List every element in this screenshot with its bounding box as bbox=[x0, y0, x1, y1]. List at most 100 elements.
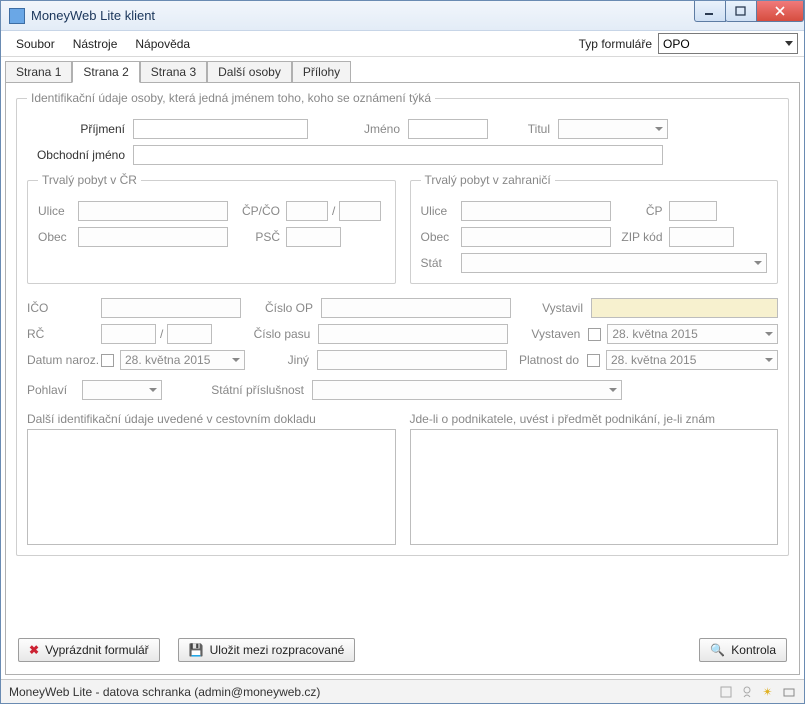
obec-cz-input[interactable] bbox=[78, 227, 228, 247]
street-ab-label: Ulice bbox=[421, 204, 461, 218]
perm-cz-legend: Trvalý pobyt v ČR bbox=[38, 173, 141, 187]
status-icon-3[interactable]: ✴ bbox=[760, 684, 775, 699]
tab-prilohy[interactable]: Přílohy bbox=[292, 61, 351, 83]
menu-file[interactable]: Soubor bbox=[7, 33, 64, 55]
menu-help[interactable]: Nápověda bbox=[126, 33, 199, 55]
street-ab-input[interactable] bbox=[461, 201, 611, 221]
chevron-down-icon bbox=[754, 261, 762, 265]
check-icon: 🔍 bbox=[710, 643, 725, 657]
business-name-label: Obchodní jméno bbox=[27, 148, 133, 162]
tab-strana-1[interactable]: Strana 1 bbox=[5, 61, 72, 83]
firstname-label: Jméno bbox=[308, 122, 408, 136]
status-icon-2[interactable] bbox=[739, 684, 754, 699]
status-icon-4[interactable] bbox=[781, 684, 796, 699]
issued-by-label: Vystavil bbox=[511, 301, 591, 315]
state-select[interactable] bbox=[461, 253, 768, 273]
menu-tools[interactable]: Nástroje bbox=[64, 33, 127, 55]
street-cz-label: Ulice bbox=[38, 204, 78, 218]
tab-strana-3[interactable]: Strana 3 bbox=[140, 61, 207, 83]
chevron-down-icon bbox=[149, 388, 157, 392]
title-label: Titul bbox=[488, 122, 558, 136]
passport-label: Číslo pasu bbox=[212, 327, 318, 341]
obec-ab-input[interactable] bbox=[461, 227, 611, 247]
valid-until-checkbox[interactable] bbox=[587, 354, 600, 367]
rc-input-2[interactable] bbox=[167, 324, 212, 344]
zip-label: ZIP kód bbox=[611, 230, 669, 244]
surname-input[interactable] bbox=[133, 119, 308, 139]
passport-input[interactable] bbox=[318, 324, 508, 344]
title-select[interactable] bbox=[558, 119, 668, 139]
ico-label: IČO bbox=[27, 301, 101, 315]
psc-input[interactable] bbox=[286, 227, 341, 247]
surname-label: Příjmení bbox=[27, 122, 133, 136]
cpco-label: ČP/ČO bbox=[228, 204, 286, 218]
chevron-down-icon bbox=[765, 358, 773, 362]
rc-input-1[interactable] bbox=[101, 324, 156, 344]
issued-by-input[interactable] bbox=[591, 298, 778, 318]
issued-on-checkbox[interactable] bbox=[588, 328, 601, 341]
bottom-button-row: ✖ Vyprázdnit formulář 💾 Uložit mezi rozp… bbox=[18, 638, 787, 662]
valid-until-date[interactable]: 28. května 2015 bbox=[606, 350, 778, 370]
app-window: MoneyWeb Lite klient Soubor Nástroje Náp… bbox=[0, 0, 805, 704]
rc-label: RČ bbox=[27, 327, 101, 341]
form-type-value: OPO bbox=[663, 37, 690, 51]
dob-checkbox[interactable] bbox=[101, 354, 114, 367]
firstname-input[interactable] bbox=[408, 119, 488, 139]
perm-abroad-legend: Trvalý pobyt v zahraničí bbox=[421, 173, 555, 187]
save-draft-button[interactable]: 💾 Uložit mezi rozpracované bbox=[178, 638, 356, 662]
chevron-down-icon bbox=[655, 127, 663, 131]
clear-form-button[interactable]: ✖ Vyprázdnit formulář bbox=[18, 638, 160, 662]
nationality-select[interactable] bbox=[312, 380, 622, 400]
issued-on-date[interactable]: 28. května 2015 bbox=[607, 324, 778, 344]
other-id-label: Další identifikační údaje uvedené v cest… bbox=[27, 412, 396, 426]
check-button[interactable]: 🔍 Kontrola bbox=[699, 638, 787, 662]
valid-until-label: Platnost do bbox=[507, 353, 587, 367]
chevron-down-icon bbox=[785, 41, 793, 46]
issued-on-label: Vystaven bbox=[508, 327, 588, 341]
minimize-button[interactable] bbox=[694, 1, 726, 22]
other-input[interactable] bbox=[317, 350, 507, 370]
close-button[interactable] bbox=[756, 1, 804, 22]
co-input[interactable] bbox=[339, 201, 381, 221]
entrepreneur-label: Jde-li o podnikatele, uvést i předmět po… bbox=[410, 412, 779, 426]
op-label: Číslo OP bbox=[241, 301, 321, 315]
ico-input[interactable] bbox=[101, 298, 241, 318]
gender-label: Pohlaví bbox=[27, 383, 82, 397]
tab-content: Identifikační údaje osoby, která jedná j… bbox=[5, 82, 800, 675]
psc-label: PSČ bbox=[228, 230, 286, 244]
perm-cz-group: Trvalý pobyt v ČR Ulice ČP/ČO / Obec PSČ bbox=[27, 173, 396, 284]
form-type-select[interactable]: OPO bbox=[658, 33, 798, 54]
maximize-button[interactable] bbox=[725, 1, 757, 22]
statusbar: MoneyWeb Lite - datova schranka (admin@m… bbox=[1, 679, 804, 703]
nationality-label: Státní příslušnost bbox=[162, 383, 312, 397]
chevron-down-icon bbox=[765, 332, 773, 336]
status-icon-1[interactable] bbox=[718, 684, 733, 699]
dob-date[interactable]: 28. května 2015 bbox=[120, 350, 245, 370]
identification-legend: Identifikační údaje osoby, která jedná j… bbox=[27, 91, 435, 105]
status-text: MoneyWeb Lite - datova schranka (admin@m… bbox=[9, 685, 320, 699]
cp-ab-label: ČP bbox=[611, 204, 669, 218]
window-title: MoneyWeb Lite klient bbox=[31, 8, 695, 23]
identification-group: Identifikační údaje osoby, která jedná j… bbox=[16, 91, 789, 556]
entrepreneur-textarea[interactable] bbox=[410, 429, 779, 545]
slash: / bbox=[160, 327, 163, 341]
obec-cz-label: Obec bbox=[38, 230, 78, 244]
zip-input[interactable] bbox=[669, 227, 734, 247]
business-name-input[interactable] bbox=[133, 145, 663, 165]
slash: / bbox=[332, 204, 335, 218]
tab-dalsi-osoby[interactable]: Další osoby bbox=[207, 61, 292, 83]
dob-label: Datum naroz. bbox=[27, 353, 101, 367]
tab-bar: Strana 1 Strana 2 Strana 3 Další osoby P… bbox=[1, 57, 804, 82]
perm-abroad-group: Trvalý pobyt v zahraničí Ulice ČP Obec Z… bbox=[410, 173, 779, 284]
gender-select[interactable] bbox=[82, 380, 162, 400]
other-id-textarea[interactable] bbox=[27, 429, 396, 545]
cp-ab-input[interactable] bbox=[669, 201, 717, 221]
window-buttons bbox=[695, 1, 804, 22]
op-input[interactable] bbox=[321, 298, 511, 318]
cp-input[interactable] bbox=[286, 201, 328, 221]
street-cz-input[interactable] bbox=[78, 201, 228, 221]
delete-icon: ✖ bbox=[29, 643, 39, 657]
menubar: Soubor Nástroje Nápověda Typ formuláře O… bbox=[1, 31, 804, 57]
tab-strana-2[interactable]: Strana 2 bbox=[72, 61, 139, 83]
state-label: Stát bbox=[421, 256, 461, 270]
